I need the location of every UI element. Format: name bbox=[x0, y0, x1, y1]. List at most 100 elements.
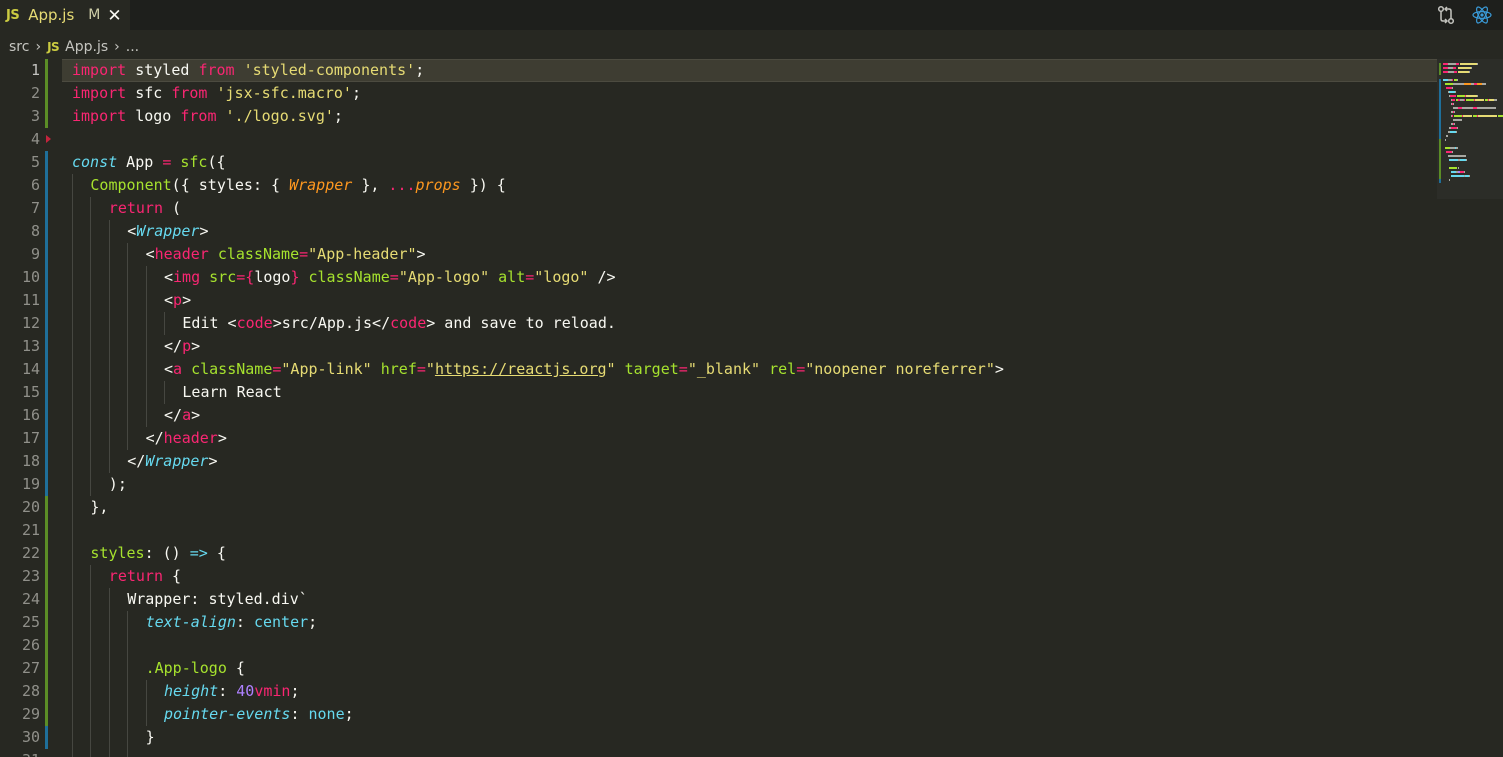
indent-guide bbox=[145, 266, 147, 289]
code-line[interactable]: 23 return { bbox=[0, 565, 1437, 588]
line-number: 31 bbox=[0, 749, 40, 757]
git-compare-icon[interactable] bbox=[1435, 4, 1457, 26]
indent-guide bbox=[72, 220, 73, 243]
code-token: " bbox=[606, 360, 616, 378]
code-token: import bbox=[72, 61, 127, 79]
code-token: header bbox=[154, 245, 209, 263]
code-line[interactable]: 22 styles: () => { bbox=[0, 542, 1437, 565]
code-line[interactable]: 31 bbox=[0, 749, 1437, 757]
code-line[interactable]: 24 Wrapper: styled.div` bbox=[0, 588, 1437, 611]
code-line[interactable]: 1 import styled from 'styled-components'; bbox=[0, 59, 1437, 82]
git-modified-marker[interactable] bbox=[45, 335, 48, 358]
indent-guide bbox=[90, 565, 92, 588]
minimap-git-marker bbox=[1439, 179, 1441, 183]
git-added-marker[interactable] bbox=[45, 634, 48, 657]
git-added-marker[interactable] bbox=[45, 588, 48, 611]
git-added-marker[interactable] bbox=[45, 542, 48, 565]
code-line[interactable]: 28 height: 40vmin; bbox=[0, 680, 1437, 703]
git-modified-marker[interactable] bbox=[45, 381, 48, 404]
code-line[interactable]: 18 </Wrapper> bbox=[0, 450, 1437, 473]
minimap-token bbox=[1495, 115, 1497, 117]
code-line[interactable]: 20}, bbox=[0, 496, 1437, 519]
code-text: </header> bbox=[146, 427, 227, 450]
git-added-marker[interactable] bbox=[45, 496, 48, 519]
breadcrumb-symbol[interactable]: ... bbox=[126, 39, 139, 55]
git-modified-marker[interactable] bbox=[45, 427, 48, 450]
git-modified-marker[interactable] bbox=[45, 174, 48, 197]
code-line[interactable]: 6 Component({ styles: { Wrapper }, ...pro… bbox=[0, 174, 1437, 197]
minimap-token bbox=[1465, 159, 1467, 161]
indent-guide bbox=[127, 335, 129, 358]
breadcrumb-file[interactable]: App.js bbox=[65, 39, 108, 55]
code-line[interactable]: 21 bbox=[0, 519, 1437, 542]
line-number: 7 bbox=[30, 199, 40, 217]
code-token: styles bbox=[90, 544, 145, 562]
code-line[interactable]: 11 <p> bbox=[0, 289, 1437, 312]
git-modified-marker[interactable] bbox=[45, 151, 48, 174]
indent-guide bbox=[72, 312, 73, 335]
indent-guide bbox=[127, 266, 129, 289]
code-token: height bbox=[164, 682, 219, 700]
git-added-marker[interactable] bbox=[45, 59, 48, 82]
minimap-token bbox=[1447, 155, 1466, 157]
code-line[interactable]: 13 </p> bbox=[0, 335, 1437, 358]
code-line[interactable]: 17 </header> bbox=[0, 427, 1437, 450]
code-line[interactable]: 12 Edit <code>src/App.js</code> and save … bbox=[0, 312, 1437, 335]
git-modified-marker[interactable] bbox=[45, 726, 48, 749]
code-line[interactable]: 26 bbox=[0, 634, 1437, 657]
git-deleted-marker[interactable] bbox=[46, 135, 51, 143]
git-added-marker[interactable] bbox=[45, 680, 48, 703]
git-modified-marker[interactable] bbox=[45, 473, 48, 496]
git-added-marker[interactable] bbox=[45, 82, 48, 105]
git-modified-marker[interactable] bbox=[45, 220, 48, 243]
breadcrumb-separator: › bbox=[35, 39, 42, 55]
git-added-marker[interactable] bbox=[45, 657, 48, 680]
git-added-marker[interactable] bbox=[45, 611, 48, 634]
breadcrumb-folder[interactable]: src bbox=[9, 39, 29, 55]
git-modified-marker[interactable] bbox=[45, 312, 48, 335]
code-line[interactable]: 2 import sfc from 'jsx-sfc.macro'; bbox=[0, 82, 1437, 105]
minimap[interactable] bbox=[1437, 59, 1503, 757]
code-line[interactable]: 25 text-align: center; bbox=[0, 611, 1437, 634]
react-icon[interactable] bbox=[1471, 4, 1493, 26]
code-line[interactable]: 5 const App = sfc({ bbox=[0, 151, 1437, 174]
code-editor[interactable]: 1 import styled from 'styled-components';… bbox=[0, 59, 1437, 757]
indent-guide bbox=[90, 634, 92, 657]
code-token: from bbox=[171, 84, 208, 102]
indent-guide bbox=[145, 404, 147, 427]
code-line[interactable]: 29 pointer-events: none; bbox=[0, 703, 1437, 726]
code-line[interactable]: 30} bbox=[0, 726, 1437, 749]
code-line[interactable]: 4 bbox=[0, 128, 1437, 151]
code-token: "App-header" bbox=[308, 245, 417, 263]
git-modified-marker[interactable] bbox=[45, 243, 48, 266]
code-line[interactable]: 9 <header className="App-header"> bbox=[0, 243, 1437, 266]
git-modified-marker[interactable] bbox=[45, 358, 48, 381]
git-added-marker[interactable] bbox=[45, 565, 48, 588]
close-icon[interactable]: ✕ bbox=[107, 7, 121, 24]
code-line[interactable]: 3 import logo from './logo.svg'; bbox=[0, 105, 1437, 128]
git-added-marker[interactable] bbox=[45, 519, 48, 542]
code-line[interactable]: 19); bbox=[0, 473, 1437, 496]
code-line[interactable]: 7 return ( bbox=[0, 197, 1437, 220]
git-modified-marker[interactable] bbox=[45, 404, 48, 427]
code-line[interactable]: 10 <img src={logo} className="App-logo" a… bbox=[0, 266, 1437, 289]
minimap-token bbox=[1455, 63, 1460, 65]
code-line[interactable]: 8 <Wrapper> bbox=[0, 220, 1437, 243]
minimap-token bbox=[1456, 127, 1458, 129]
code-line[interactable]: 27 .App-logo { bbox=[0, 657, 1437, 680]
git-added-marker[interactable] bbox=[45, 105, 48, 128]
git-modified-marker[interactable] bbox=[45, 289, 48, 312]
git-modified-marker[interactable] bbox=[45, 266, 48, 289]
git-modified-marker[interactable] bbox=[45, 450, 48, 473]
git-modified-marker[interactable] bbox=[45, 197, 48, 220]
code-line[interactable]: 15 Learn React bbox=[0, 381, 1437, 404]
code-line[interactable]: 16 </a> bbox=[0, 404, 1437, 427]
minimap-token bbox=[1454, 115, 1463, 117]
git-added-marker[interactable] bbox=[45, 703, 48, 726]
code-token: > bbox=[182, 291, 192, 309]
tab-app-js[interactable]: JS App.js M ✕ bbox=[0, 0, 130, 30]
code-line[interactable]: 14 <a className="App-link" href="https://… bbox=[0, 358, 1437, 381]
minimap-token bbox=[1455, 91, 1457, 93]
